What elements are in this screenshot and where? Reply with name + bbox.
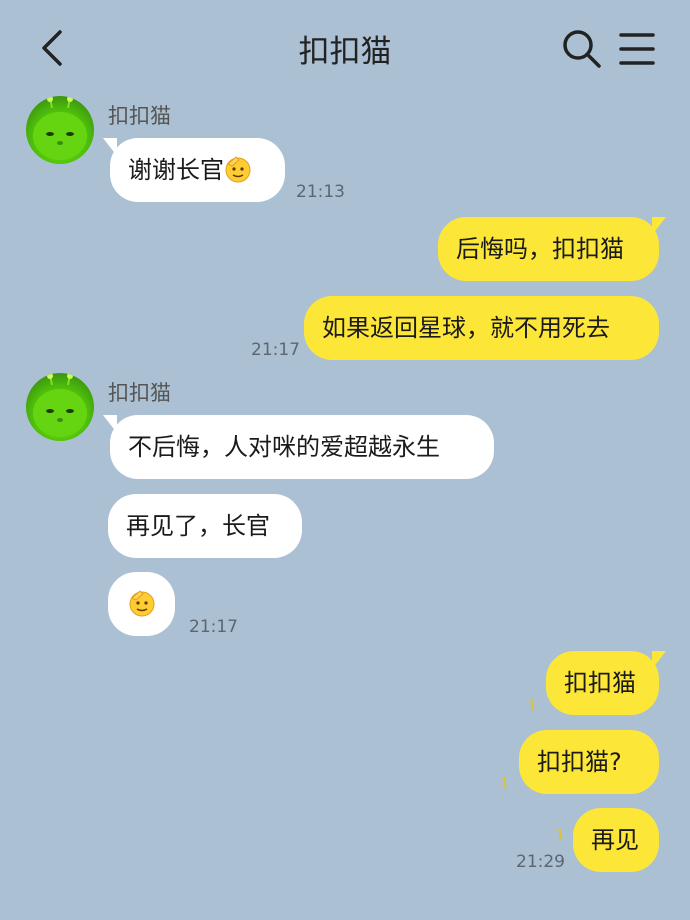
avatar[interactable]: [26, 373, 94, 441]
saluting-face-icon: [129, 590, 154, 617]
message-bubble[interactable]: 扣扣猫: [546, 651, 666, 715]
menu-button[interactable]: [619, 31, 655, 67]
alien-cat-avatar-icon: [33, 96, 87, 160]
bubble-tail: [652, 217, 666, 235]
unread-count: 1: [500, 774, 510, 792]
message-text: 再见了，长官: [126, 512, 270, 540]
search-icon: [563, 30, 601, 68]
avatar[interactable]: [26, 96, 94, 164]
sender-name: 扣扣猫: [108, 104, 171, 128]
message-bubble[interactable]: 不后悔，人对咪的爱超越永生: [103, 415, 494, 479]
message-text: 谢谢长官: [128, 156, 224, 184]
message-bubble[interactable]: 谢谢长官: [103, 138, 285, 202]
alien-cat-avatar-icon: [33, 373, 87, 437]
message-bubble[interactable]: [108, 572, 175, 636]
timestamp: 21:13: [296, 182, 345, 202]
bubble-tail: [103, 138, 117, 156]
message-bubble[interactable]: 如果返回星球，就不用死去: [304, 296, 659, 360]
message-text: 后悔吗，扣扣猫: [456, 235, 624, 263]
sender-name: 扣扣猫: [108, 381, 171, 405]
message-text: 如果返回星球，就不用死去: [322, 314, 610, 342]
message-text: 再见: [591, 826, 639, 854]
message-bubble[interactable]: 再见了，长官: [108, 494, 302, 558]
message-text: 扣扣猫?: [537, 748, 622, 776]
timestamp: 21:17: [251, 340, 300, 360]
timestamp: 21:29: [516, 852, 565, 872]
message-text: 扣扣猫: [564, 669, 636, 697]
menu-icon: [619, 33, 655, 65]
message-bubble[interactable]: 再见: [573, 808, 659, 872]
bubble-tail: [652, 651, 666, 669]
bubble-tail: [103, 415, 117, 433]
timestamp: 21:17: [189, 617, 238, 637]
saluting-face-icon: [225, 156, 251, 183]
message-bubble[interactable]: 后悔吗，扣扣猫: [438, 217, 666, 281]
message-bubble[interactable]: 扣扣猫?: [519, 730, 659, 794]
unread-count: 1: [527, 696, 537, 714]
search-button[interactable]: [561, 28, 603, 70]
message-text: 不后悔，人对咪的爱超越永生: [128, 433, 440, 461]
unread-count: 1: [555, 826, 565, 844]
